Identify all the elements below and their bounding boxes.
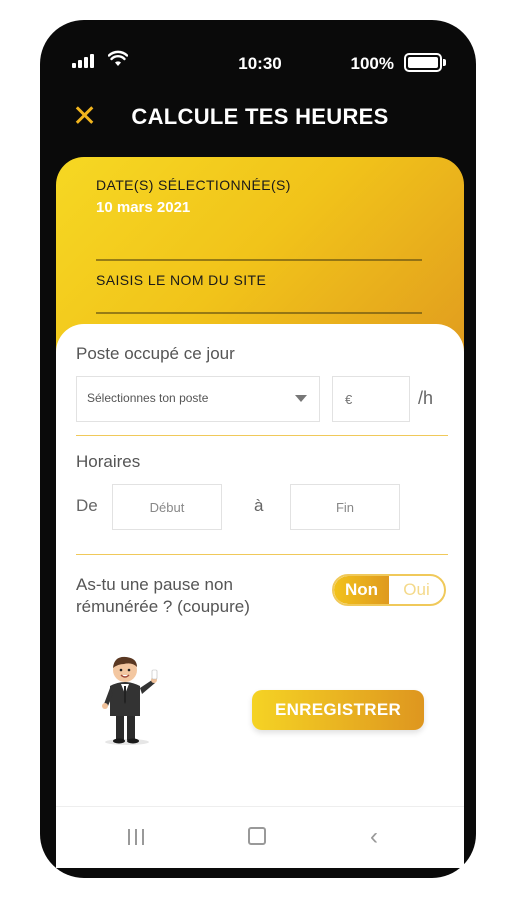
status-time: 10:30 [238, 54, 282, 73]
date-value: 10 mars 2021 [96, 199, 191, 216]
divider [96, 259, 422, 261]
divider [96, 312, 422, 314]
android-nav-bar: ‹ [56, 806, 464, 868]
form-card: Poste occupé ce jour Sélectionnes ton po… [56, 324, 464, 868]
toggle-option-yes[interactable]: Oui [389, 576, 444, 604]
divider [76, 435, 448, 436]
pause-toggle[interactable]: Non Oui [332, 574, 446, 606]
battery-icon [404, 53, 446, 72]
position-label: Poste occupé ce jour [76, 344, 235, 363]
businessman-illustration [102, 656, 158, 745]
back-icon[interactable]: ‹ [370, 823, 378, 851]
dropdown-arrow-icon [295, 395, 307, 402]
save-button[interactable]: ENREGISTRER [252, 690, 424, 730]
status-bar: 10:30 100% [56, 42, 464, 86]
home-icon[interactable] [248, 827, 266, 845]
end-time-input[interactable] [290, 484, 400, 530]
schedule-label: Horaires [76, 452, 141, 471]
start-time-input[interactable] [112, 484, 222, 530]
battery-percentage: 100% [350, 54, 394, 73]
to-label: à [254, 496, 264, 515]
date-label: DATE(S) SÉLECTIONNÉE(S) [96, 177, 291, 193]
position-select[interactable]: Sélectionnes ton poste [76, 376, 320, 422]
page-title: CALCULE TES HEURES [131, 104, 389, 129]
top-bar: ✕ CALCULE TES HEURES [56, 92, 464, 144]
toggle-option-no[interactable]: Non [334, 576, 389, 604]
site-name-field[interactable]: SAISIS LE NOM DU SITE [96, 272, 266, 288]
recent-apps-icon[interactable] [128, 829, 144, 845]
rate-unit: /h [418, 388, 434, 408]
pause-question: As-tu une pause non rémunérée ? (coupure… [76, 575, 250, 616]
from-label: De [76, 496, 98, 515]
divider [76, 554, 448, 555]
hourly-rate-input[interactable] [332, 376, 410, 422]
position-select-value: Sélectionnes ton poste [87, 391, 209, 405]
